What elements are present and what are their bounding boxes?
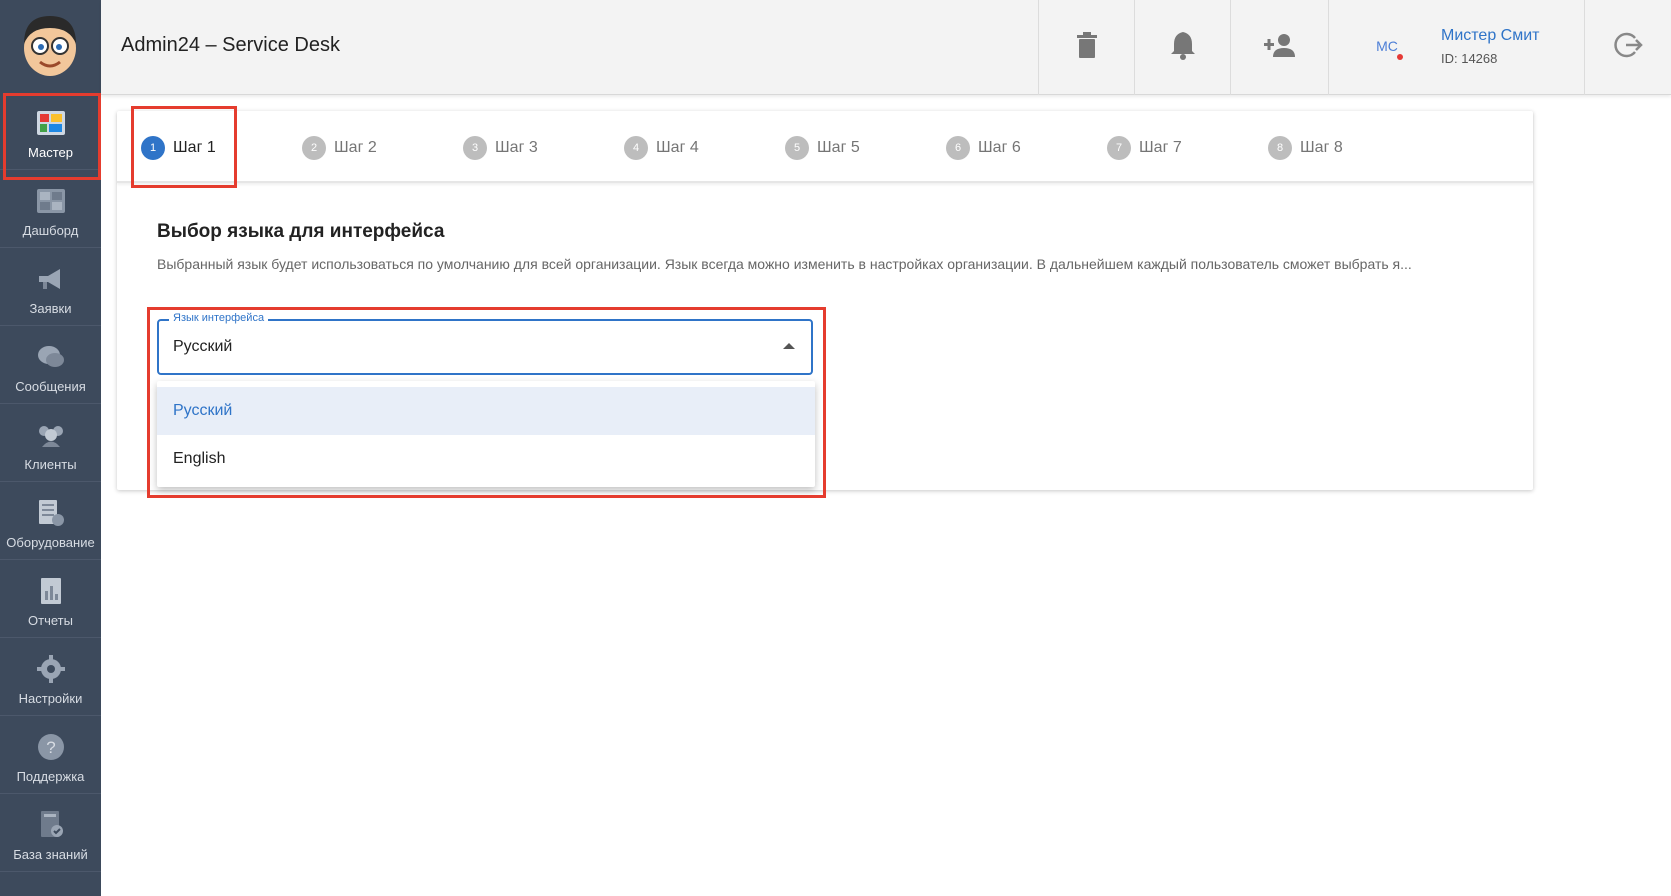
step-5[interactable]: 5 Шаг 5 bbox=[785, 135, 860, 161]
sidebar-item-label: Настройки bbox=[18, 691, 83, 706]
step-4[interactable]: 4 Шаг 4 bbox=[624, 135, 699, 161]
step-label: Шаг 5 bbox=[817, 139, 860, 156]
logout-icon bbox=[1613, 30, 1643, 65]
step-label: Шаг 6 bbox=[978, 139, 1021, 156]
sidebar-item-dashboard[interactable]: Дашборд bbox=[0, 171, 101, 248]
sidebar-item-knowledge-base[interactable]: База знаний bbox=[0, 795, 101, 872]
step-number: 4 bbox=[624, 136, 648, 160]
gear-icon bbox=[35, 653, 67, 685]
user-name[interactable]: Мистер Смит bbox=[1441, 27, 1539, 45]
step-3[interactable]: 3 Шаг 3 bbox=[463, 135, 538, 161]
sidebar: Мастер Дашборд Заявки Сообщения Клиенты … bbox=[0, 0, 101, 896]
step-number: 2 bbox=[302, 136, 326, 160]
app-title: Admin24 – Service Desk bbox=[121, 34, 340, 56]
app-logo[interactable] bbox=[0, 0, 101, 93]
step-7[interactable]: 7 Шаг 7 bbox=[1107, 135, 1182, 161]
add-user-icon bbox=[1262, 33, 1296, 62]
step-label: Шаг 8 bbox=[1300, 139, 1343, 156]
knowledge-base-icon bbox=[35, 809, 67, 841]
equipment-icon bbox=[35, 497, 67, 529]
highlight-frame bbox=[147, 307, 826, 498]
step-label: Шаг 3 bbox=[495, 139, 538, 156]
report-icon bbox=[35, 575, 67, 607]
sidebar-item-label: Клиенты bbox=[24, 457, 77, 472]
status-dot-icon bbox=[1397, 54, 1403, 60]
help-icon: ? bbox=[35, 731, 67, 763]
sidebar-item-label: Поддержка bbox=[16, 769, 85, 784]
trash-button[interactable] bbox=[1038, 0, 1134, 95]
step-2[interactable]: 2 Шаг 2 bbox=[302, 135, 377, 161]
sidebar-item-label: Сообщения bbox=[15, 379, 86, 394]
sidebar-item-equipment[interactable]: Оборудование bbox=[0, 483, 101, 560]
sidebar-item-settings[interactable]: Настройки bbox=[0, 639, 101, 716]
top-header: Admin24 – Service Desk МС Мистер Смит ID… bbox=[101, 0, 1671, 95]
wizard-card: 1 Шаг 1 2 Шаг 2 3 Шаг 3 4 Шаг 4 5 Шаг 5 … bbox=[117, 106, 1533, 498]
step-6[interactable]: 6 Шаг 6 bbox=[946, 135, 1021, 161]
step-number: 1 bbox=[141, 136, 165, 160]
clients-icon bbox=[35, 419, 67, 451]
step-number: 8 bbox=[1268, 136, 1292, 160]
section-title: Выбор языка для интерфейса bbox=[157, 221, 445, 242]
sidebar-item-tickets[interactable]: Заявки bbox=[0, 249, 101, 326]
sidebar-item-label: Мастер bbox=[28, 145, 73, 160]
stepper: 1 Шаг 1 2 Шаг 2 3 Шаг 3 4 Шаг 4 5 Шаг 5 … bbox=[117, 106, 1533, 188]
avatar[interactable]: МС bbox=[1371, 34, 1403, 60]
sidebar-item-support[interactable]: ? Поддержка bbox=[0, 717, 101, 794]
sidebar-item-label: Отчеты bbox=[28, 613, 73, 628]
section-description: Выбранный язык будет использоваться по у… bbox=[157, 256, 1412, 272]
wizard-icon bbox=[35, 107, 67, 139]
notifications-button[interactable] bbox=[1134, 0, 1230, 95]
step-label: Шаг 4 bbox=[656, 139, 699, 156]
user-profile[interactable]: МС Мистер Смит ID: 14268 bbox=[1328, 0, 1584, 95]
step-number: 7 bbox=[1107, 136, 1131, 160]
step-number: 5 bbox=[785, 136, 809, 160]
user-id: ID: 14268 bbox=[1441, 51, 1498, 66]
app-root: Мастер Дашборд Заявки Сообщения Клиенты … bbox=[0, 0, 1671, 896]
step-label: Шаг 1 bbox=[173, 139, 216, 156]
trash-icon bbox=[1076, 32, 1098, 63]
add-user-button[interactable] bbox=[1230, 0, 1326, 95]
sidebar-item-clients[interactable]: Клиенты bbox=[0, 405, 101, 482]
bell-icon bbox=[1169, 30, 1197, 65]
step-number: 6 bbox=[946, 136, 970, 160]
step-number: 3 bbox=[463, 136, 487, 160]
sidebar-item-label: Дашборд bbox=[22, 223, 79, 238]
avatar-initials: МС bbox=[1376, 38, 1398, 54]
chat-icon bbox=[35, 341, 67, 373]
sidebar-item-messages[interactable]: Сообщения bbox=[0, 327, 101, 404]
sidebar-item-wizard[interactable]: Мастер bbox=[0, 93, 101, 180]
sidebar-item-label: База знаний bbox=[13, 847, 88, 862]
step-1[interactable]: 1 Шаг 1 bbox=[141, 135, 216, 161]
megaphone-icon bbox=[35, 263, 67, 295]
step-label: Шаг 7 bbox=[1139, 139, 1182, 156]
step-8[interactable]: 8 Шаг 8 bbox=[1268, 135, 1343, 161]
svg-text:?: ? bbox=[46, 738, 55, 757]
dashboard-icon bbox=[35, 185, 67, 217]
logout-button[interactable] bbox=[1584, 0, 1671, 95]
step-label: Шаг 2 bbox=[334, 139, 377, 156]
sidebar-item-label: Оборудование bbox=[6, 535, 95, 550]
sidebar-item-reports[interactable]: Отчеты bbox=[0, 561, 101, 638]
sidebar-item-label: Заявки bbox=[29, 301, 72, 316]
